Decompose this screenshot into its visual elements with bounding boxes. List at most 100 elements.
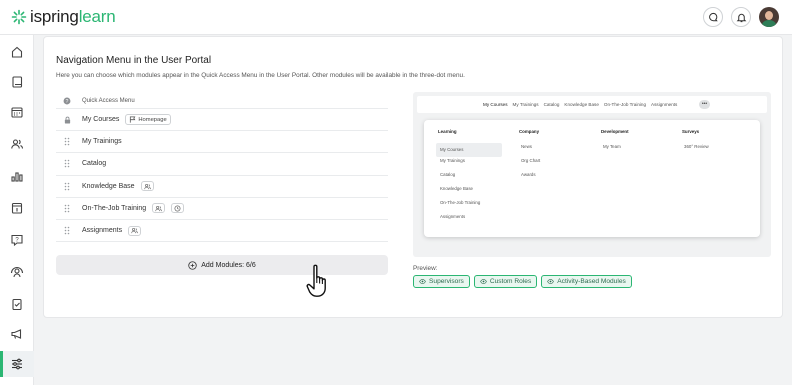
clock-badge-icon xyxy=(171,203,185,214)
homepage-tag-label: Homepage xyxy=(138,116,167,123)
user-avatar[interactable] xyxy=(759,7,779,27)
preview-tab: Assignments xyxy=(651,102,678,107)
chip-label: Supervisors xyxy=(429,278,464,285)
homepage-tag: Homepage xyxy=(125,114,171,126)
megaphone-icon xyxy=(11,329,22,339)
settings-sliders-icon xyxy=(12,358,22,370)
page-subtitle: Here you can choose which modules appear… xyxy=(56,72,465,79)
module-label: My Courses xyxy=(82,116,120,124)
supervisors-chip[interactable]: Supervisors xyxy=(413,275,470,288)
quick-access-header: ? Quick Access Menu xyxy=(56,93,388,109)
notifications-button[interactable] xyxy=(731,7,751,27)
eye-icon xyxy=(547,279,555,284)
logo-suffix: learn xyxy=(78,7,116,26)
module-label: Catalog xyxy=(82,160,107,168)
clipboard-icon xyxy=(12,298,22,311)
plus-circle-icon xyxy=(188,260,197,270)
add-modules-button[interactable]: Add Modules: 6/6 xyxy=(56,255,388,275)
drag-handle-icon[interactable] xyxy=(60,159,74,168)
preview-item: Catalog xyxy=(440,172,456,177)
preview-item: 360° Review xyxy=(684,144,709,149)
preview-column: Company News Org Chart Awards xyxy=(519,129,540,185)
bell-icon xyxy=(736,13,746,22)
list-item[interactable]: Catalog xyxy=(56,153,388,176)
chip-label: Custom Roles xyxy=(489,278,532,285)
page-title: Navigation Menu in the User Portal xyxy=(56,55,212,66)
list-item: My Courses Homepage xyxy=(56,109,388,132)
preview-item: On-The-Job Training xyxy=(440,200,481,205)
preview-item: News xyxy=(521,144,532,149)
question-icon: ? xyxy=(11,234,23,247)
preview-item: Org Chart xyxy=(521,158,541,163)
chat-button[interactable] xyxy=(703,7,723,27)
book-icon xyxy=(12,76,23,88)
sidebar-item-courses[interactable] xyxy=(0,69,34,95)
chart-icon xyxy=(11,172,23,182)
sidebar-item-home[interactable] xyxy=(0,39,34,65)
hand-cursor-icon xyxy=(306,264,326,297)
ispring-logo[interactable]: ispringlearn xyxy=(11,8,116,26)
svg-text:?: ? xyxy=(66,98,69,104)
preview-more-icon: ••• xyxy=(699,100,710,109)
logo-flower-icon xyxy=(11,9,27,25)
users-icon xyxy=(11,139,24,149)
preview-item: Knowledge Base xyxy=(440,186,473,191)
preview-column: Development My Team xyxy=(601,129,629,157)
flag-icon xyxy=(130,116,136,123)
sidebar-item-users[interactable] xyxy=(0,131,34,157)
custom-roles-chip[interactable]: Custom Roles xyxy=(473,275,538,288)
preview-label: Preview: xyxy=(413,265,438,272)
people-badge-icon xyxy=(128,225,142,236)
sidebar-item-org[interactable] xyxy=(0,259,34,285)
activity-based-modules-chip[interactable]: Activity-Based Modules xyxy=(541,275,632,288)
drag-handle-icon[interactable] xyxy=(60,137,74,146)
eye-icon xyxy=(419,279,426,284)
logo-text: ispringlearn xyxy=(30,8,116,26)
portal-preview: My Courses My Trainings Catalog Knowledg… xyxy=(413,92,771,257)
preview-item: My Team xyxy=(603,144,621,149)
people-badge-icon xyxy=(152,203,166,214)
sidebar-item-calendar[interactable] xyxy=(0,99,34,125)
settings-card: Navigation Menu in the User Portal Here … xyxy=(43,36,783,318)
preview-column-heading: Learning xyxy=(438,129,457,134)
sidebar-item-one-on-one[interactable] xyxy=(0,195,34,221)
org-icon xyxy=(10,267,24,278)
preview-column: Surveys 360° Review xyxy=(682,129,709,157)
sidebar-item-reports[interactable] xyxy=(0,163,34,189)
modules-list: ? Quick Access Menu My Courses Homepage … xyxy=(56,93,388,243)
one-on-one-icon xyxy=(11,202,23,214)
sidebar-item-quizzes[interactable]: ? xyxy=(0,227,34,253)
help-icon[interactable]: ? xyxy=(60,97,74,105)
sidebar-item-settings[interactable] xyxy=(0,351,34,377)
preview-column-heading: Company xyxy=(519,129,540,134)
add-modules-label: Add Modules: 6/6 xyxy=(201,261,256,269)
quick-access-label: Quick Access Menu xyxy=(82,97,135,104)
preview-column-heading: Development xyxy=(601,129,629,134)
module-label: On-The-Job Training xyxy=(82,204,147,212)
logo-prefix: ispring xyxy=(30,7,79,26)
list-item[interactable]: On-The-Job Training xyxy=(56,198,388,220)
list-item[interactable]: My Trainings xyxy=(56,131,388,154)
preview-tab: Catalog xyxy=(543,102,560,107)
preview-tab: My Trainings xyxy=(512,102,539,107)
preview-column-heading: Surveys xyxy=(682,129,700,134)
sidebar-item-announcements[interactable] xyxy=(0,321,34,347)
drag-handle-icon[interactable] xyxy=(60,226,74,235)
list-item[interactable]: Assignments xyxy=(56,220,388,243)
preview-role-chips: Supervisors Custom Roles Activity-Based … xyxy=(413,275,636,288)
preview-tabs: My Courses My Trainings Catalog Knowledg… xyxy=(483,102,677,107)
drag-handle-icon[interactable] xyxy=(60,204,74,213)
preview-tab: Knowledge Base xyxy=(564,102,599,107)
home-icon xyxy=(11,46,23,58)
preview-item: Assignments xyxy=(440,214,466,219)
sidebar: ? xyxy=(0,35,34,385)
sidebar-item-tasks[interactable] xyxy=(0,291,34,317)
preview-column: Learning My Courses My Trainings Catalog… xyxy=(436,129,502,227)
drag-handle-icon[interactable] xyxy=(60,182,74,191)
eye-icon xyxy=(480,279,487,284)
preview-top-menu: My Courses My Trainings Catalog Knowledg… xyxy=(417,96,767,113)
preview-item: My Trainings xyxy=(440,158,465,163)
preview-dropdown: Learning My Courses My Trainings Catalog… xyxy=(424,120,760,237)
preview-tab: My Courses xyxy=(483,102,508,107)
list-item[interactable]: Knowledge Base xyxy=(56,176,388,198)
